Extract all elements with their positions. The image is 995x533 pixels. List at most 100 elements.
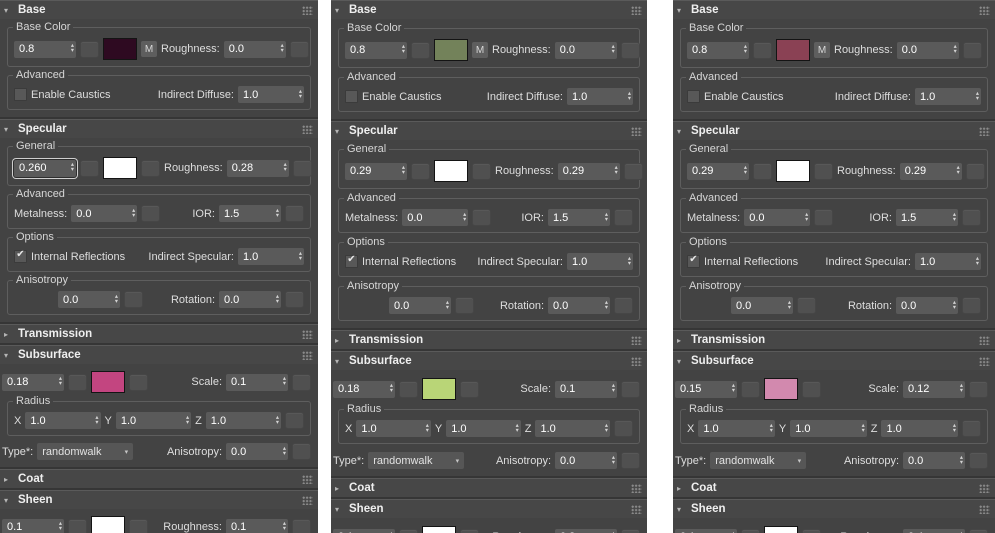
map-slot-button[interactable] [292, 159, 312, 177]
map-slot-button[interactable] [741, 528, 760, 533]
base-weight-spinner[interactable]: 0.8 [687, 41, 749, 59]
enable-caustics-checkbox[interactable] [14, 88, 27, 101]
spinner-arrows-icon[interactable] [69, 163, 74, 172]
radius-x-spinner[interactable]: 1.0 [25, 412, 101, 429]
base-weight-spinner[interactable]: 0.8 [345, 41, 407, 59]
spinner-arrows-icon[interactable] [803, 213, 808, 222]
map-slot-button[interactable] [411, 41, 430, 59]
internal-reflections-checkbox[interactable] [687, 254, 700, 268]
spinner-arrows-icon[interactable] [603, 301, 608, 310]
map-slot-button[interactable] [472, 209, 492, 226]
map-slot-button[interactable] [969, 380, 988, 398]
spinner-arrows-icon[interactable] [274, 295, 279, 304]
map-slot-button[interactable] [802, 380, 821, 398]
map-slot-button[interactable] [969, 528, 988, 533]
spinner-arrows-icon[interactable] [626, 257, 631, 266]
indirect-diffuse-spinner[interactable]: 1.0 [238, 86, 304, 103]
map-slot-button[interactable] [460, 380, 479, 398]
map-slot-button[interactable] [614, 420, 634, 437]
sheen-color-swatch[interactable] [91, 516, 125, 533]
sss-anisotropy-spinner[interactable]: 0.0 [226, 443, 288, 460]
rollout-header-specular[interactable]: Specular [331, 121, 647, 140]
map-slot-button[interactable] [962, 420, 982, 437]
map-slot-button[interactable] [129, 373, 148, 391]
map-slot-button[interactable] [814, 209, 834, 226]
sheen-weight-spinner[interactable]: 0.1 [2, 518, 64, 533]
drag-grip-icon[interactable] [302, 350, 313, 360]
map-slot-button[interactable] [620, 41, 640, 59]
map-slot-button[interactable] [962, 297, 981, 314]
map-slot-button[interactable] [129, 518, 148, 533]
spinner-arrows-icon[interactable] [626, 92, 631, 101]
subsurface-color-swatch[interactable] [91, 371, 125, 393]
rollout-header-base[interactable]: Base [673, 0, 995, 19]
spinner-arrows-icon[interactable] [282, 163, 287, 172]
drag-grip-icon[interactable] [631, 483, 642, 493]
map-slot-button[interactable] [411, 162, 430, 180]
enable-caustics-checkbox[interactable] [345, 90, 358, 103]
spinner-arrows-icon[interactable] [613, 166, 618, 175]
radius-y-spinner[interactable]: 1.0 [790, 420, 867, 437]
radius-z-spinner[interactable]: 1.0 [205, 412, 281, 429]
metalness-spinner[interactable]: 0.0 [744, 209, 811, 226]
base-color-swatch[interactable] [776, 39, 810, 61]
rollout-header-transmission[interactable]: Transmission [331, 330, 647, 349]
map-slot-button[interactable] [80, 159, 99, 177]
map-slot-button[interactable] [802, 528, 821, 533]
spinner-arrows-icon[interactable] [281, 377, 286, 386]
sss-anisotropy-spinner[interactable]: 0.0 [903, 452, 965, 469]
spinner-arrows-icon[interactable] [610, 45, 615, 54]
spinner-arrows-icon[interactable] [388, 384, 393, 393]
map-slot-button[interactable] [292, 443, 311, 460]
sheen-color-swatch[interactable] [422, 526, 456, 533]
drag-grip-icon[interactable] [302, 5, 313, 15]
map-indicator-button[interactable]: M [141, 41, 157, 57]
sheen-roughness-spinner[interactable]: 0.4 [903, 528, 965, 533]
specular-color-swatch[interactable] [103, 157, 137, 179]
sheen-roughness-spinner[interactable]: 0.1 [226, 518, 288, 533]
metalness-spinner[interactable]: 0.0 [402, 209, 469, 226]
internal-reflections-checkbox[interactable] [345, 254, 358, 268]
drag-grip-icon[interactable] [979, 504, 990, 514]
drag-grip-icon[interactable] [631, 335, 642, 345]
specular-weight-spinner[interactable]: 0.29 [687, 162, 749, 180]
scale-spinner[interactable]: 0.1 [555, 380, 617, 398]
spinner-arrows-icon[interactable] [400, 166, 405, 175]
rollout-header-sheen[interactable]: Sheen [0, 490, 318, 509]
drag-grip-icon[interactable] [631, 5, 642, 15]
specular-roughness-spinner[interactable]: 0.29 [557, 162, 620, 180]
spinner-arrows-icon[interactable] [951, 213, 956, 222]
map-slot-button[interactable] [285, 205, 304, 222]
base-roughness-spinner[interactable]: 0.0 [896, 41, 959, 59]
drag-grip-icon[interactable] [631, 356, 642, 366]
rollout-header-transmission[interactable]: Transmission [673, 330, 995, 349]
rollout-header-transmission[interactable]: Transmission [0, 324, 318, 343]
rollout-header-sheen[interactable]: Sheen [673, 499, 995, 518]
anisotropy-spinner[interactable]: 0.0 [389, 297, 451, 314]
sss-anisotropy-spinner[interactable]: 0.0 [555, 452, 617, 469]
drag-grip-icon[interactable] [979, 356, 990, 366]
rotation-spinner[interactable]: 0.0 [548, 297, 610, 314]
indirect-diffuse-spinner[interactable]: 1.0 [915, 88, 981, 105]
base-color-swatch[interactable] [103, 38, 137, 60]
rollout-header-coat[interactable]: Coat [0, 469, 318, 488]
spinner-arrows-icon[interactable] [958, 384, 963, 393]
anisotropy-spinner[interactable]: 0.0 [58, 291, 120, 308]
spinner-arrows-icon[interactable] [461, 213, 466, 222]
map-slot-button[interactable] [80, 40, 99, 58]
ior-spinner[interactable]: 1.5 [896, 209, 958, 226]
spinner-arrows-icon[interactable] [952, 45, 957, 54]
indirect-specular-spinner[interactable]: 1.0 [567, 253, 633, 270]
scale-spinner[interactable]: 0.1 [226, 373, 288, 391]
map-slot-button[interactable] [621, 452, 640, 469]
map-slot-button[interactable] [284, 412, 304, 429]
internal-reflections-checkbox[interactable] [14, 249, 27, 263]
rollout-header-subsurface[interactable]: Subsurface [331, 351, 647, 370]
spinner-arrows-icon[interactable] [603, 424, 608, 433]
rollout-header-sheen[interactable]: Sheen [331, 499, 647, 518]
subsurface-weight-spinner[interactable]: 0.18 [333, 380, 395, 398]
specular-roughness-spinner[interactable]: 0.29 [899, 162, 962, 180]
drag-grip-icon[interactable] [631, 126, 642, 136]
map-slot-button[interactable] [753, 162, 772, 180]
base-color-swatch[interactable] [434, 39, 468, 61]
